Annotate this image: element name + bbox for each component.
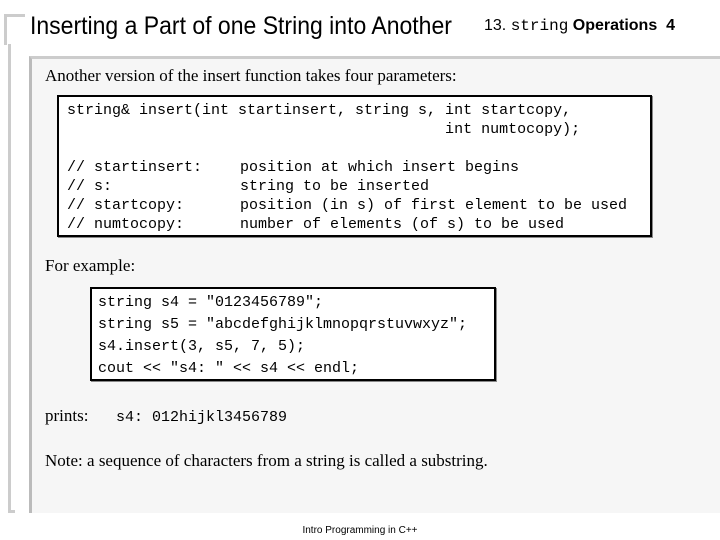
param-name: // s:: [67, 178, 113, 195]
prints-label: prints:: [45, 406, 89, 425]
param-list: // startinsert: position at which insert …: [67, 158, 650, 234]
code-line: string s5 = "abcdefghijklmnopqrstuvwxyz"…: [98, 316, 468, 333]
param-name: // numtocopy:: [67, 216, 185, 233]
intro-text: Another version of the insert function t…: [45, 66, 457, 85]
prints-output: s4: 012hijkl3456789: [116, 409, 288, 426]
param-desc: number of elements (of s) to be used: [240, 216, 565, 233]
section-code: string: [510, 17, 569, 35]
code-line: string s4 = "0123456789";: [98, 294, 324, 311]
note-text: Note: a sequence of characters from a st…: [45, 451, 488, 470]
decorative-bar: [8, 44, 15, 513]
signature-code-box: string& insert(int startinsert, string s…: [57, 95, 652, 237]
slide-title: Inserting a Part of one String into Anot…: [30, 12, 452, 40]
page-number: 4: [666, 17, 676, 34]
example-label: For example:: [45, 256, 136, 275]
param-desc: position (in s) of first element to be u…: [240, 197, 628, 214]
code-line: cout << "s4: " << s4 << endl;: [98, 360, 360, 377]
decorative-corner: [4, 14, 25, 45]
signature-line: int numtocopy);: [67, 121, 581, 138]
param-desc: position at which insert begins: [240, 159, 520, 176]
param-name: // startinsert:: [67, 159, 203, 176]
section-word: Operations: [572, 17, 658, 34]
section-label: 13. string Operations 4: [484, 17, 675, 35]
param-desc: string to be inserted: [240, 178, 430, 195]
section-number: 13.: [484, 17, 507, 34]
param-name: // startcopy:: [67, 197, 185, 214]
example-code-box: string s4 = "0123456789"; string s5 = "ab…: [90, 287, 496, 381]
code-line: s4.insert(3, s5, 7, 5);: [98, 338, 306, 355]
footer: Intro Programming in C++: [302, 525, 418, 536]
signature-line: string& insert(int startinsert, string s…: [67, 102, 572, 119]
